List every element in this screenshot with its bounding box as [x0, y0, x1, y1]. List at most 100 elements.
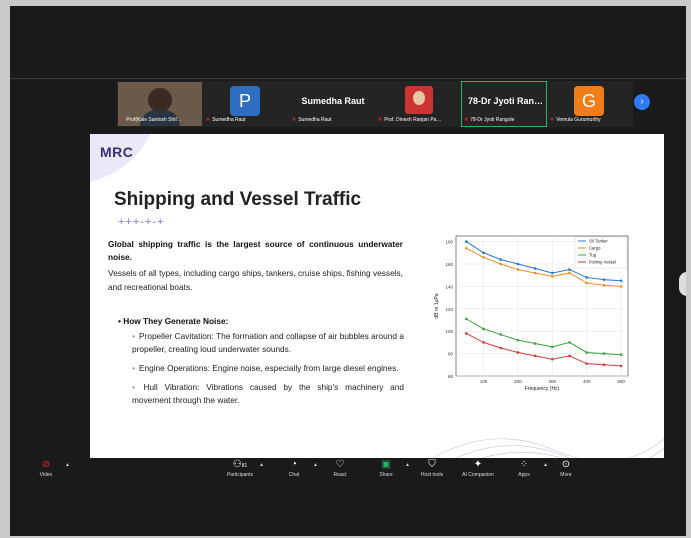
apps-button[interactable]: ⁘ Apps ▲	[504, 458, 548, 479]
legend-entry: Tug	[589, 253, 597, 258]
data-point	[551, 345, 554, 349]
legend-entry: Oil Tanker	[589, 239, 608, 244]
y-axis-label: dB re 1µPa	[434, 293, 440, 318]
top-blank-area	[10, 6, 686, 78]
participant-name: ✕ Sumedha Raut	[292, 117, 332, 123]
data-point	[585, 362, 589, 365]
share-label: Share	[379, 472, 393, 478]
participant-name: ✕ Vemula Gurumurthy	[550, 117, 601, 123]
noise-chart: 60 80 100 120 140 160 180 100 200 300 400 500 Freque…	[430, 230, 634, 394]
sparkle-icon: ✦	[473, 459, 483, 470]
y-tick-label: 60	[448, 374, 454, 379]
participant-tile[interactable]: P ✕ Sumedha Raut	[203, 81, 289, 127]
data-point	[619, 279, 623, 283]
x-tick-label: 100	[480, 379, 488, 384]
legend-entry: Fishing Vessel	[589, 260, 616, 265]
data-point	[585, 281, 589, 285]
participant-name: ✕ Prof(Kale Santosh Shif…	[120, 117, 182, 123]
chevron-up-icon[interactable]: ▲	[259, 462, 264, 468]
next-page-icon[interactable]: ›	[634, 94, 650, 110]
data-point	[568, 271, 571, 275]
more-button[interactable]: ⊙ More	[546, 458, 586, 479]
data-point	[533, 271, 537, 275]
data-point	[465, 240, 468, 243]
participant-tile[interactable]: 78-Dr Jyoti Ran… ✕ 78-Dr Jyoti Rangole	[461, 81, 547, 127]
ai-companion-button[interactable]: ✦ AI Companion	[458, 458, 498, 479]
divider	[10, 78, 686, 79]
participants-button[interactable]: ⚇81 Participants ▲	[220, 458, 264, 479]
participant-tile[interactable]: ✕ Prof. Dinesh Ranjan Pa…	[375, 81, 461, 127]
apps-icon: ⁘	[519, 459, 529, 470]
participant-tile[interactable]: Sumedha Raut ✕ Sumedha Raut	[289, 81, 375, 127]
mic-muted-icon: ✕	[378, 117, 383, 123]
slide-logo: MRC	[100, 144, 134, 160]
participant-tile[interactable]: ✕ Prof(Kale Santosh Shif…	[117, 81, 203, 127]
data-point	[482, 327, 485, 331]
data-point	[533, 267, 537, 270]
data-point	[585, 276, 589, 279]
y-tick-label: 180	[445, 240, 453, 245]
y-tick-label: 120	[445, 307, 453, 312]
data-point	[499, 262, 503, 266]
x-tick-label: 400	[583, 379, 591, 384]
mic-muted-icon: ✕	[120, 117, 125, 123]
data-point	[602, 352, 606, 355]
data-point	[465, 332, 468, 335]
side-panel-toggle[interactable]	[679, 272, 686, 296]
meeting-toolbar: ⊘ Video ▲ ⚇81 Participants ▲ ◔ Chat ▲ ♡ …	[10, 458, 686, 488]
data-point	[482, 255, 485, 259]
wave-decoration	[428, 438, 664, 460]
slide-points: ▪ Propeller Cavitation: The formation and…	[132, 330, 404, 413]
x-axis-label: Frequency (Hz)	[525, 386, 560, 392]
participant-display-name: 78-Dr Jyoti Ran…	[468, 96, 542, 106]
data-point	[602, 283, 606, 287]
slide-point: ▪ Hull Vibration: Vibrations caused by th…	[132, 382, 404, 405]
data-point	[499, 346, 503, 350]
chat-icon: ◔	[290, 459, 298, 470]
data-point	[499, 333, 503, 336]
data-point	[516, 268, 520, 271]
slide-point: ▪ Propeller Cavitation: The formation and…	[132, 331, 404, 354]
share-button[interactable]: ▣ Share ▲	[366, 458, 410, 479]
data-point	[533, 354, 537, 358]
slide-description: Vessels of all types, including cargo sh…	[108, 268, 403, 292]
y-tick-label: 140	[445, 284, 453, 289]
data-point	[465, 247, 468, 250]
data-point	[551, 271, 554, 275]
data-point	[619, 364, 623, 368]
chat-button[interactable]: ◔ Chat ▲	[274, 458, 318, 479]
host-tools-button[interactable]: ⛉ Host tools	[412, 458, 452, 479]
video-button[interactable]: ⊘ Video ▲	[26, 458, 70, 479]
host-tools-label: Host tools	[420, 472, 444, 478]
data-point	[516, 338, 520, 342]
mic-muted-icon: ✕	[292, 117, 297, 123]
chevron-up-icon[interactable]: ▲	[313, 462, 318, 468]
data-point	[619, 285, 623, 288]
participant-tile[interactable]: G ✕ Vemula Gurumurthy	[547, 81, 633, 127]
y-tick-label: 100	[445, 329, 453, 334]
mic-muted-icon: ✕	[550, 117, 555, 123]
slide-point: ▪ Engine Operations: Engine noise, especi…	[132, 363, 399, 373]
data-point	[602, 278, 606, 281]
chevron-up-icon[interactable]: ▲	[405, 462, 410, 468]
share-icon: ▣	[381, 459, 391, 470]
slide-title: Shipping and Vessel Traffic	[114, 189, 362, 210]
heart-icon: ♡	[335, 459, 345, 470]
data-point	[568, 341, 571, 344]
react-button[interactable]: ♡ React	[320, 458, 360, 479]
participant-avatar: P	[230, 86, 260, 116]
wave-icon: +++-+-+	[118, 216, 165, 228]
mic-muted-icon: ✕	[464, 117, 469, 123]
data-point	[465, 317, 468, 321]
data-point	[551, 357, 554, 361]
bottom-blank-area	[10, 488, 686, 536]
slide-subheading: How They Generate Noise:	[118, 316, 228, 326]
participant-name: ✕ Prof. Dinesh Ranjan Pa…	[378, 117, 442, 123]
participant-name: ✕ 78-Dr Jyoti Rangole	[464, 117, 515, 123]
y-tick-label: 80	[448, 352, 454, 357]
chevron-up-icon[interactable]: ▲	[65, 462, 70, 468]
video-off-icon: ⊘	[41, 459, 51, 470]
data-point	[533, 342, 537, 345]
data-point	[568, 354, 571, 358]
chart-svg: 60 80 100 120 140 160 180 100 200 300 400 500 Freque…	[434, 235, 629, 392]
